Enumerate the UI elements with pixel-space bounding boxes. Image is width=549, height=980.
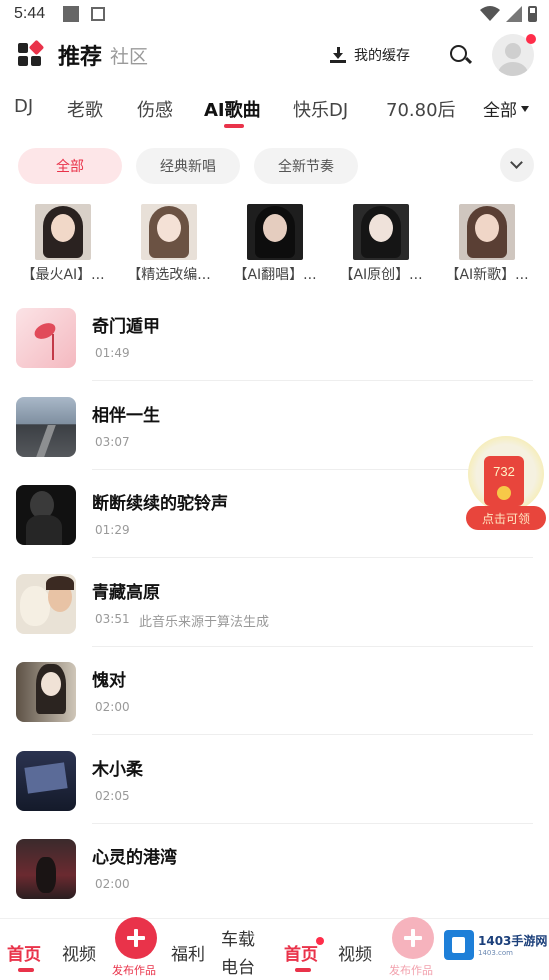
- song-title: 心灵的港湾: [92, 848, 177, 868]
- playlist-card[interactable]: 【AI原创】...: [326, 204, 436, 284]
- download-icon: [330, 47, 346, 63]
- nav-home[interactable]: 首页: [7, 940, 41, 965]
- song-cover: [16, 308, 76, 368]
- divider: [92, 646, 533, 647]
- nav-home-secondary[interactable]: 首页: [284, 940, 318, 965]
- caret-down-icon: [521, 105, 529, 112]
- app-notification-icon: [91, 7, 106, 21]
- song-title: 断断续续的驼铃声: [92, 494, 228, 514]
- watermark-icon: [444, 930, 474, 960]
- battery-icon: [528, 6, 537, 22]
- status-time: 5:44: [14, 5, 46, 22]
- song-cover: [16, 839, 76, 899]
- playlist-cover: [353, 204, 409, 260]
- tab-70-80s[interactable]: 70.80后: [386, 96, 456, 122]
- song-duration: 02:00: [95, 700, 130, 714]
- publish-plus-icon[interactable]: [115, 917, 157, 959]
- category-tabs: DJ 老歌 伤感 AI歌曲 快乐DJ 70.80后: [0, 88, 549, 128]
- playlist-card[interactable]: 【精选改编...: [114, 204, 224, 284]
- my-cache-label: 我的缓存: [354, 48, 410, 64]
- playlist-card[interactable]: 【最火AI】...: [8, 204, 118, 284]
- playlist-name: 【最火AI】...: [21, 267, 105, 283]
- chevron-down-icon[interactable]: [500, 148, 534, 182]
- watermark-url: 1403.com: [478, 949, 513, 957]
- nav-welfare[interactable]: 福利: [171, 940, 205, 965]
- filter-new-rhythm[interactable]: 全新节奏: [254, 148, 358, 184]
- playlist-name: 【AI原创】...: [339, 267, 423, 283]
- song-row[interactable]: 愧对 02:00: [0, 662, 549, 750]
- song-duration: 02:05: [95, 789, 130, 803]
- tab-ai-songs[interactable]: AI歌曲: [204, 96, 261, 122]
- all-categories-label: 全部: [483, 101, 517, 121]
- reward-floating-button[interactable]: 732 点击可领: [466, 436, 548, 532]
- watermark-logo: 1403手游网 1403.com: [440, 926, 548, 966]
- my-cache-button[interactable]: 我的缓存: [318, 38, 422, 72]
- tab-dj[interactable]: DJ: [14, 96, 33, 117]
- filter-all[interactable]: 全部: [18, 148, 122, 184]
- song-duration: 01:29: [95, 523, 130, 537]
- song-row[interactable]: 奇门遁甲 01:49: [0, 308, 549, 396]
- reward-amount: 732: [493, 464, 515, 479]
- divider: [92, 557, 533, 558]
- divider: [92, 823, 533, 824]
- status-bar: 5:44: [0, 0, 549, 28]
- nav-active-indicator: [295, 968, 311, 972]
- tab-sad[interactable]: 伤感: [137, 96, 173, 122]
- avatar-badge-dot: [526, 34, 536, 44]
- song-cover: [16, 397, 76, 457]
- publish-label-secondary[interactable]: 发布作品: [389, 962, 433, 978]
- tab-happy-dj[interactable]: 快乐DJ: [293, 96, 348, 122]
- wifi-icon: [480, 6, 500, 21]
- nav-active-indicator: [18, 968, 34, 972]
- watermark-title: 1403手游网: [478, 934, 548, 948]
- reward-claim-label: 点击可领: [466, 506, 546, 530]
- playlist-cover: [459, 204, 515, 260]
- song-row[interactable]: 青藏高原 03:51 此音乐来源于算法生成: [0, 574, 549, 662]
- page-title[interactable]: 推荐: [58, 39, 102, 71]
- song-source-note: 此音乐来源于算法生成: [139, 615, 270, 630]
- song-row[interactable]: 心灵的港湾 02:00: [0, 839, 549, 927]
- notification-icon: [63, 6, 80, 22]
- song-title: 愧对: [92, 671, 126, 691]
- publish-label[interactable]: 发布作品: [112, 962, 156, 978]
- song-row[interactable]: 木小柔 02:05: [0, 751, 549, 839]
- song-cover: [16, 574, 76, 634]
- song-title: 青藏高原: [92, 583, 160, 603]
- community-tab[interactable]: 社区: [110, 42, 148, 69]
- apps-menu-icon[interactable]: [18, 39, 45, 67]
- divider: [92, 380, 533, 381]
- playlist-name: 【AI新歌】...: [445, 267, 529, 283]
- active-tab-indicator: [224, 124, 244, 128]
- playlist-name: 【AI翻唱】...: [233, 267, 317, 283]
- song-duration: 03:51: [95, 612, 130, 626]
- song-duration: 02:00: [95, 877, 130, 891]
- signal-icon: [506, 6, 522, 22]
- song-duration: 01:49: [95, 346, 130, 360]
- playlist-card[interactable]: 【AI新歌】...: [432, 204, 542, 284]
- coin-icon: [497, 486, 511, 500]
- divider: [92, 734, 533, 735]
- song-cover: [16, 485, 76, 545]
- nav-video-secondary[interactable]: 视频: [338, 940, 372, 965]
- song-cover: [16, 662, 76, 722]
- song-duration: 03:07: [95, 435, 130, 449]
- filter-classic-remake[interactable]: 经典新唱: [136, 148, 240, 184]
- publish-plus-icon-secondary[interactable]: [392, 917, 434, 959]
- nav-car-radio[interactable]: 车载电台: [221, 926, 261, 980]
- tab-old-songs[interactable]: 老歌: [67, 96, 103, 122]
- playlist-cover: [141, 204, 197, 260]
- playlist-card[interactable]: 【AI翻唱】...: [220, 204, 330, 284]
- app-header: 推荐 社区 我的缓存: [0, 30, 549, 80]
- song-title: 相伴一生: [92, 406, 160, 426]
- all-categories-dropdown[interactable]: 全部: [483, 96, 529, 121]
- song-title: 木小柔: [92, 760, 143, 780]
- playlist-name: 【精选改编...: [127, 267, 211, 283]
- nav-video[interactable]: 视频: [62, 940, 96, 965]
- song-title: 奇门遁甲: [92, 317, 160, 337]
- song-cover: [16, 751, 76, 811]
- search-icon[interactable]: [446, 41, 474, 69]
- nav-notification-dot: [316, 937, 324, 945]
- playlist-cover: [35, 204, 91, 260]
- playlist-cover: [247, 204, 303, 260]
